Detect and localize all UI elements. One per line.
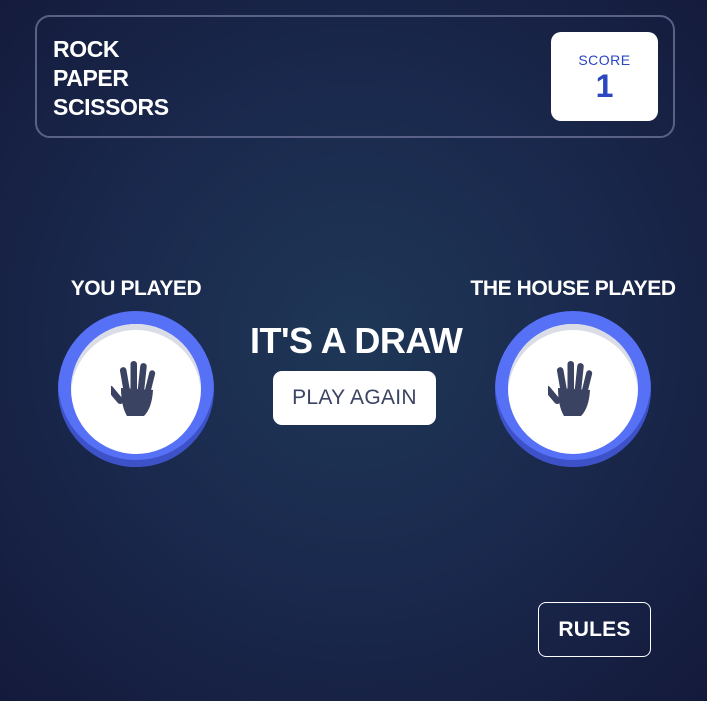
house-choice-paper-token [495, 311, 651, 467]
score-box: SCORE 1 [551, 32, 658, 121]
score-value: 1 [595, 67, 614, 104]
you-played-label: YOU PLAYED [70, 277, 202, 300]
title-line-rock: ROCK [53, 36, 120, 62]
paper-hand-icon [548, 360, 598, 418]
score-label: SCORE [578, 51, 631, 68]
rules-button[interactable]: RULES [538, 602, 651, 657]
game-title: ROCK PAPER SCISSORS [53, 35, 169, 122]
title-line-scissors: SCISSORS [53, 94, 169, 120]
title-line-paper: PAPER [53, 65, 129, 91]
player-choice-paper-token [58, 311, 214, 467]
result-text: IT'S A DRAW [250, 320, 463, 361]
play-again-button[interactable]: PLAY AGAIN [273, 371, 436, 425]
player-token-face [71, 324, 201, 454]
header: ROCK PAPER SCISSORS SCORE 1 [35, 15, 675, 138]
house-played-label: THE HOUSE PLAYED [470, 277, 676, 300]
house-token-face [508, 324, 638, 454]
paper-hand-icon [111, 360, 161, 418]
